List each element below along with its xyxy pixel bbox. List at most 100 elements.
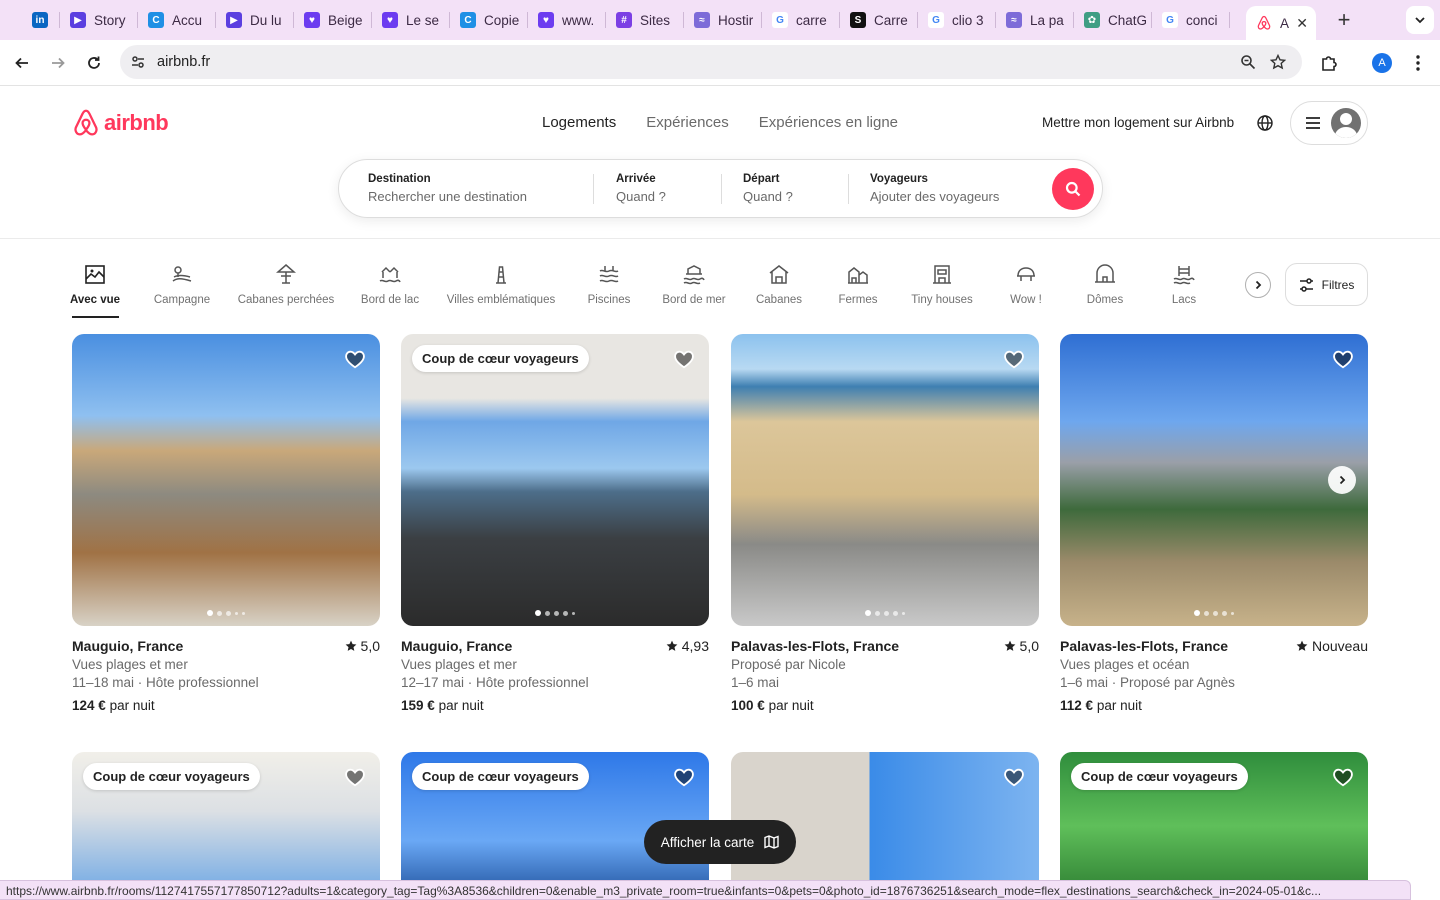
airbnb-logo-icon (74, 109, 98, 136)
guests-field[interactable]: Voyageurs Ajouter des voyageurs (870, 173, 1040, 204)
checkout-field[interactable]: Départ Quand ? (743, 173, 843, 204)
checkin-placeholder: Quand ? (616, 189, 666, 204)
browser-tab[interactable]: ✿ ChatG (1074, 0, 1152, 40)
wishlist-heart-icon[interactable] (673, 766, 695, 788)
nav-online-experiences[interactable]: Expériences en ligne (759, 114, 898, 131)
tab-label: Story (94, 12, 126, 28)
wow-icon (1017, 267, 1035, 281)
nav-stays[interactable]: Logements (542, 114, 616, 131)
listing-photo[interactable]: Coup de cœur voyageurs (72, 752, 380, 900)
extensions-button[interactable] (1311, 45, 1347, 81)
listing-location: Palavas-les-Flots, France (731, 638, 900, 654)
browser-tab[interactable]: ▶ Du lu (216, 0, 294, 40)
airbnb-icon (1256, 15, 1272, 31)
zoom-icon[interactable] (1240, 54, 1256, 70)
pager-dot (242, 611, 245, 615)
checkin-field[interactable]: Arrivée Quand ? (616, 173, 716, 204)
close-tab-icon[interactable]: ✕ (1296, 15, 1308, 32)
url-text[interactable]: airbnb.fr (157, 54, 210, 70)
listing-card[interactable]: Mauguio, France 5,0 Vues plages et mer 11–1… (72, 334, 380, 713)
wishlist-heart-icon[interactable] (1332, 766, 1354, 788)
browser-tab[interactable]: ≈ Hostir (684, 0, 762, 40)
browser-tab[interactable]: ♥ www. (528, 0, 606, 40)
browser-tab[interactable]: S Carre (840, 0, 918, 40)
pool-icon (599, 266, 619, 283)
back-button[interactable] (4, 45, 40, 81)
category-treehouse[interactable]: Cabanes perchées (226, 262, 346, 306)
category-iconic-city[interactable]: Villes emblématiques (441, 262, 561, 306)
tab-search-button[interactable] (1406, 6, 1434, 34)
browser-tab-airbnb-active[interactable]: A ✕ (1246, 6, 1316, 40)
checkout-placeholder: Quand ? (743, 189, 793, 204)
browser-menu-button[interactable] (1400, 45, 1436, 81)
photo-next-button[interactable] (1328, 466, 1356, 494)
browser-tab[interactable]: ▶ Story (60, 0, 138, 40)
search-icon (1065, 181, 1081, 197)
filters-button[interactable]: Filtres (1285, 263, 1368, 306)
destination-field[interactable]: Destination Rechercher une destination (368, 173, 588, 204)
browser-tab[interactable]: Gconci (1152, 0, 1230, 40)
airbnb-logo[interactable]: airbnb (72, 108, 169, 138)
google-icon: G (772, 12, 788, 28)
wishlist-heart-icon[interactable] (344, 766, 366, 788)
category-lake[interactable]: Lacs (1124, 262, 1244, 306)
photo-pager (1060, 610, 1368, 616)
browser-tab-linkedin[interactable]: in (0, 0, 60, 40)
category-countryside[interactable]: Campagne (122, 262, 242, 306)
browser-tab[interactable]: C Copie (450, 0, 528, 40)
browser-tab[interactable]: # Sites (606, 0, 684, 40)
browser-tab-strip: in ▶ Story C Accu ▶ Du lu ♥ Beige ♥ Le se C Copie ♥ w… (0, 0, 1440, 40)
nav-experiences[interactable]: Expériences (646, 114, 729, 131)
active-category-underline (72, 316, 119, 318)
listing-photo[interactable] (1060, 334, 1368, 626)
listing-photo[interactable]: Coup de cœur voyageurs (401, 334, 709, 626)
reload-button[interactable] (76, 45, 112, 81)
browser-tab[interactable]: ≈ La pa (996, 0, 1074, 40)
listing-price: 159 € par nuit (401, 698, 709, 713)
listing-card[interactable]: Coup de cœur voyageurs (72, 752, 380, 900)
wishlist-heart-icon[interactable] (673, 348, 695, 370)
listing-photo[interactable] (731, 334, 1039, 626)
search-button[interactable] (1052, 168, 1094, 210)
become-host-link[interactable]: Mettre mon logement sur Airbnb (1042, 115, 1234, 130)
new-tab-button[interactable]: + (1326, 2, 1362, 38)
pager-dot (563, 610, 568, 616)
wishlist-heart-icon[interactable] (1332, 348, 1354, 370)
listing-rating: 4,93 (666, 638, 709, 654)
browser-tab[interactable]: ♥ Le se (372, 0, 450, 40)
category-lakefront[interactable]: Bord de lac (330, 262, 450, 306)
listing-card[interactable]: Coup de cœur voyageurs Mauguio, France 4,9… (401, 334, 709, 713)
star-icon (666, 640, 678, 651)
show-map-button[interactable]: Afficher la carte (644, 820, 796, 864)
wishlist-heart-icon[interactable] (1003, 766, 1025, 788)
wishlist-heart-icon[interactable] (344, 348, 366, 370)
site-settings-icon[interactable] (130, 54, 146, 70)
listing-card[interactable]: Coup de cœur voyageurs (1060, 752, 1368, 900)
pager-dot (207, 610, 213, 616)
wishlist-heart-icon[interactable] (1003, 348, 1025, 370)
profile-button[interactable]: A (1364, 45, 1400, 81)
browser-tab[interactable]: Gcarre (762, 0, 840, 40)
heart-chat-icon: ♥ (538, 12, 554, 28)
bookmark-star-icon[interactable] (1270, 54, 1286, 70)
listing-card[interactable]: Palavas-les-Flots, France Nouveau Vues pla… (1060, 334, 1368, 713)
chevron-right-icon (1339, 475, 1346, 485)
browser-tab[interactable]: C Accu (138, 0, 216, 40)
browser-tab[interactable]: Gclio 3 (918, 0, 996, 40)
hamburger-icon (1306, 117, 1320, 129)
tab-label: ChatG (1108, 12, 1148, 28)
language-button[interactable] (1256, 114, 1274, 132)
listing-photo[interactable] (72, 334, 380, 626)
chatgpt-icon: ✿ (1084, 12, 1100, 28)
category-next-button[interactable] (1245, 272, 1271, 298)
user-menu-button[interactable] (1290, 101, 1368, 145)
price-unit: par nuit (109, 698, 155, 713)
listing-photo[interactable]: Coup de cœur voyageurs (1060, 752, 1368, 900)
rating-value: 5,0 (1019, 638, 1039, 654)
listing-card[interactable]: Palavas-les-Flots, France 5,0 Proposé par … (731, 334, 1039, 713)
filters-label: Filtres (1321, 277, 1355, 292)
forward-button[interactable] (40, 45, 76, 81)
address-bar[interactable]: airbnb.fr (120, 45, 1302, 79)
photo-pager (72, 610, 380, 616)
browser-tab[interactable]: ♥ Beige (294, 0, 372, 40)
